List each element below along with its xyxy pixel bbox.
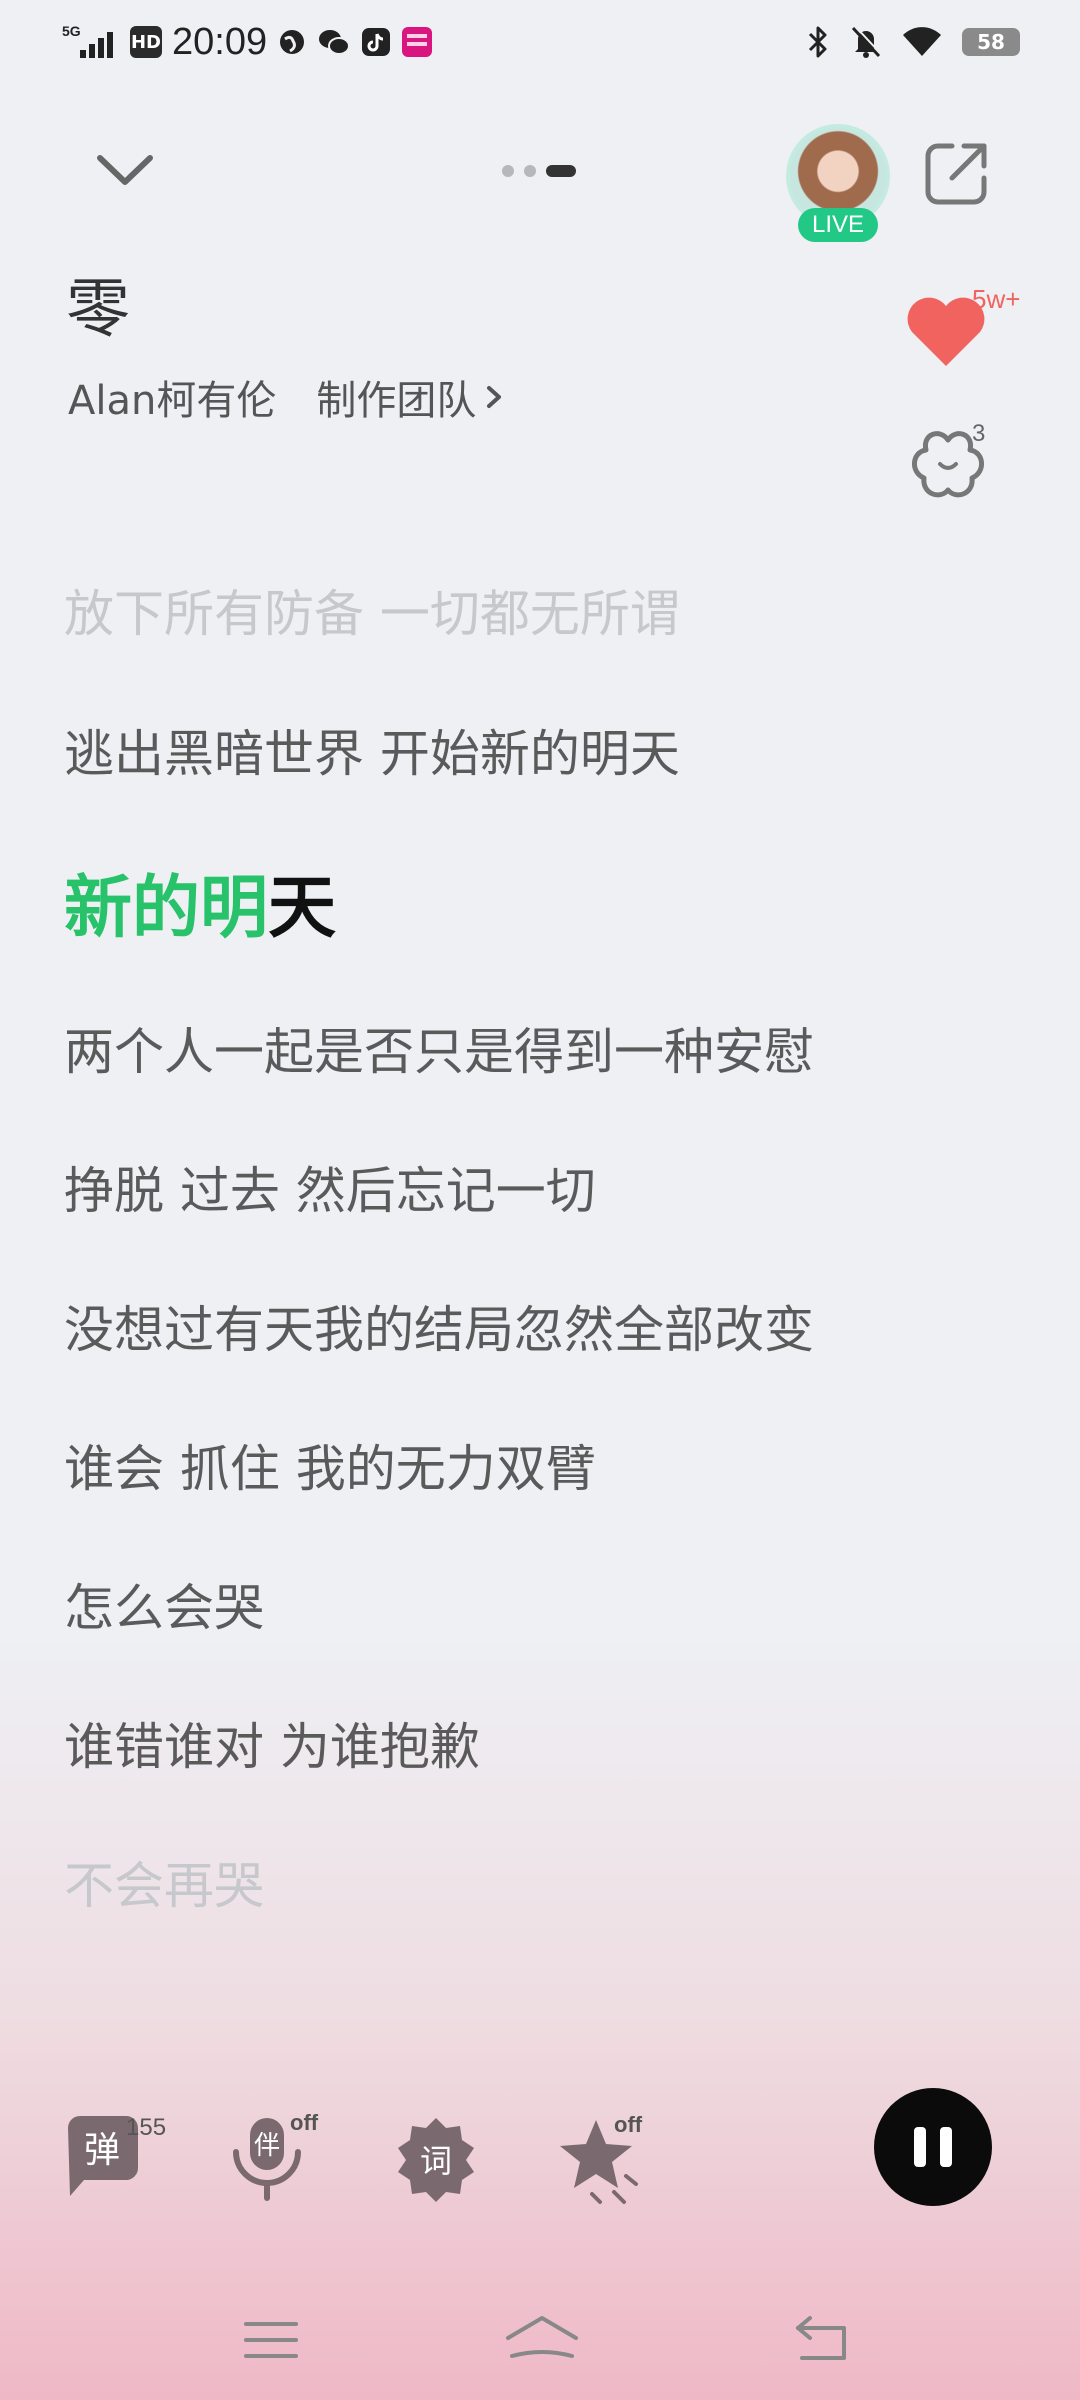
current-lyric-unsung: 天 (268, 869, 337, 948)
artist-name[interactable]: Alan柯有伦 (68, 368, 276, 426)
page-dot (524, 165, 536, 177)
share-icon[interactable] (922, 138, 992, 208)
lyric-line[interactable]: 逃出黑暗世界 开始新的明天 (64, 714, 680, 786)
menu-nav-icon[interactable] (236, 2310, 306, 2370)
status-left: 5G HD 20:09 (62, 14, 433, 70)
wifi-icon (902, 26, 942, 58)
credits-label: 制作团队 (316, 378, 477, 424)
page-dot-active (546, 165, 576, 177)
effect-off-badge: off (614, 2112, 643, 2137)
page-indicator (502, 165, 576, 177)
hd-badge: HD (130, 26, 162, 58)
page-dot (502, 165, 514, 177)
battery-indicator: 58 (962, 28, 1020, 56)
pause-icon-bar (914, 2127, 926, 2167)
status-bar: 5G HD 20:09 58 (0, 0, 1080, 84)
pause-icon-bar (940, 2127, 952, 2167)
accompany-label: 伴 (254, 2131, 280, 2161)
lyric-line[interactable]: 两个人一起是否只是得到一种安慰 (64, 1012, 814, 1084)
lyric-line[interactable]: 谁错谁对 为谁抱歉 (64, 1707, 480, 1779)
status-time: 20:09 (172, 20, 268, 63)
globe-icon (277, 27, 307, 57)
current-lyric-sung: 新的明 (64, 869, 269, 948)
lyric-line[interactable]: 怎么会哭 (64, 1568, 264, 1640)
wechat-icon (317, 27, 351, 57)
tiktok-icon (361, 27, 391, 57)
bluetooth-icon (806, 25, 830, 59)
lyric-line[interactable]: 谁会 抓住 我的无力双臂 (64, 1429, 596, 1501)
status-right: 58 (806, 14, 1020, 70)
signal-icon: 5G (62, 22, 120, 62)
lyric-line[interactable]: 放下所有防备 一切都无所谓 (64, 574, 680, 646)
network-type: 5G (62, 23, 81, 39)
app-notification-icon (401, 26, 433, 58)
lyrics-label: 词 (420, 2142, 452, 2180)
live-avatar[interactable]: LIVE (786, 124, 890, 242)
song-title: 零 (66, 273, 130, 347)
chevron-right-icon (487, 386, 502, 408)
danmu-label: 弹 (84, 2130, 120, 2171)
artist-row: Alan柯有伦 制作团队 (68, 368, 504, 426)
credits-link[interactable]: 制作团队 (316, 368, 504, 426)
mute-bell-icon (850, 25, 882, 59)
back-nav-icon[interactable] (788, 2310, 858, 2370)
lyric-line[interactable]: 不会再哭 (64, 1846, 264, 1918)
accompany-off-badge: off (290, 2110, 319, 2135)
lyric-line[interactable]: 没想过有天我的结局忽然全部改变 (64, 1290, 814, 1362)
like-count: 5w+ (972, 284, 1021, 314)
current-lyric-line[interactable]: 新的明天 (64, 852, 336, 951)
live-badge: LIVE (798, 208, 878, 242)
danmu-count: 155 (126, 2114, 167, 2141)
home-nav-icon[interactable] (500, 2310, 584, 2370)
collapse-chevron-down-icon[interactable] (90, 140, 160, 200)
lyrics-button[interactable]: 词 (392, 2112, 488, 2208)
lyric-line[interactable]: 挣脱 过去 然后忘记一切 (64, 1151, 596, 1223)
pause-button[interactable] (874, 2088, 992, 2206)
comment-count: 3 (972, 420, 986, 447)
